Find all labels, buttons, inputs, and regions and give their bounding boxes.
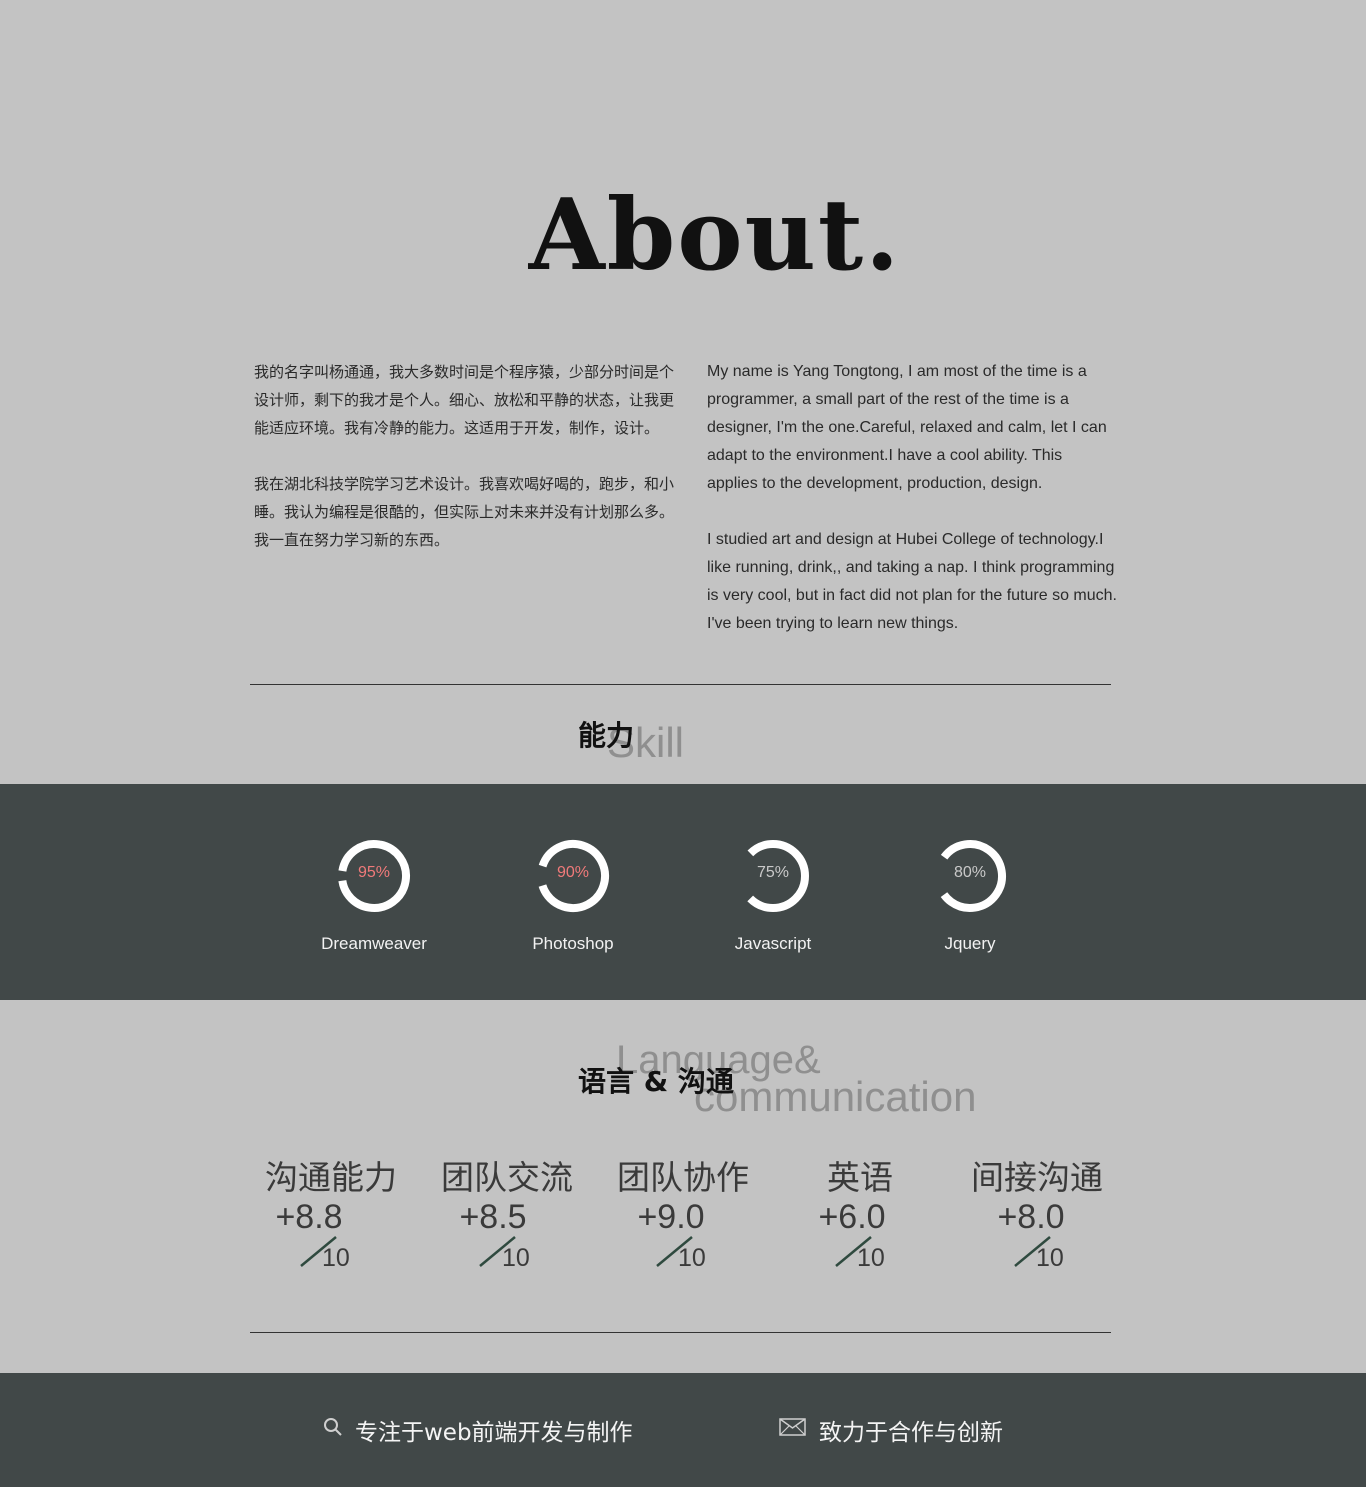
skill-item-photoshop: 90% Photoshop	[493, 836, 653, 954]
stat-label: 团队协作	[617, 1158, 749, 1197]
skill-name: Jquery	[944, 934, 996, 953]
stat-team-exchange: 团队交流 +8.5 10	[422, 1158, 592, 1272]
stat-communication: 沟通能力 +8.8 10	[246, 1158, 416, 1272]
stat-label: 团队交流	[441, 1158, 573, 1197]
stat-score: +8.8	[275, 1198, 343, 1237]
stat-label: 英语	[827, 1158, 893, 1197]
intro-en-paragraph-1: My name is Yang Tongtong, I am most of t…	[707, 363, 1107, 492]
intro-en-paragraph-2: I studied art and design at Hubei Colleg…	[707, 531, 1117, 632]
stat-denominator: 10	[1036, 1244, 1064, 1273]
footer-item-cooperation: 致力于合作与创新	[779, 1413, 1003, 1447]
footer: 专注于web前端开发与制作 致力于合作与创新	[0, 1373, 1366, 1487]
stat-denominator: 10	[502, 1244, 530, 1273]
stat-teamwork: 团队协作 +9.0 10	[598, 1158, 768, 1272]
stat-denominator: 10	[678, 1244, 706, 1273]
skill-item-dreamweaver: 95% Dreamweaver	[294, 836, 454, 954]
language-heading-en-line2: communication	[694, 1073, 977, 1120]
footer-item-focus: 专注于web前端开发与制作	[323, 1413, 633, 1447]
skill-percent: 75%	[756, 864, 790, 881]
stat-label: 间接沟通	[971, 1158, 1103, 1197]
stat-english: 英语 +6.0 10	[775, 1158, 945, 1272]
skill-name: Dreamweaver	[321, 934, 427, 953]
about-title: About.	[528, 178, 902, 293]
stat-score: +8.5	[459, 1198, 527, 1237]
skills-band: 95% Dreamweaver 90% Photoshop 75% Javasc…	[0, 784, 1366, 1000]
stat-denominator: 10	[322, 1244, 350, 1273]
stat-score-group: +8.5 10	[422, 1196, 592, 1272]
language-heading-cn: 语言 & 沟通	[578, 1065, 734, 1098]
skill-name: Photoshop	[532, 934, 614, 953]
skill-heading-cn: 能力	[578, 719, 635, 752]
stat-denominator: 10	[857, 1244, 885, 1273]
intro-english: My name is Yang Tongtong, I am most of t…	[707, 358, 1117, 666]
mail-icon	[779, 1417, 807, 1443]
skill-item-javascript: 75% Javascript	[693, 836, 853, 954]
skill-percent: 80%	[953, 864, 987, 881]
intro-cn-paragraph-1: 我的名字叫杨通通，我大多数时间是个程序猿，少部分时间是个设计师，剩下的我才是个人…	[254, 363, 675, 437]
stat-score: +9.0	[637, 1198, 705, 1237]
footer-text-focus: 专注于web前端开发与制作	[355, 1420, 633, 1446]
stat-score: +6.0	[818, 1198, 886, 1237]
stat-score-group: +6.0 10	[775, 1196, 945, 1272]
footer-text-cooperation: 致力于合作与创新	[819, 1420, 1003, 1446]
skill-percent: 90%	[556, 864, 590, 881]
stat-score-group: +8.8 10	[246, 1196, 416, 1272]
skill-percent: 95%	[357, 864, 391, 881]
intro-chinese: 我的名字叫杨通通，我大多数时间是个程序猿，少部分时间是个设计师，剩下的我才是个人…	[254, 358, 676, 582]
stat-score-group: +8.0 10	[952, 1196, 1122, 1272]
stat-score-group: +9.0 10	[598, 1196, 768, 1272]
stat-indirect-communication: 间接沟通 +8.0 10	[952, 1158, 1122, 1272]
skill-name: Javascript	[734, 934, 812, 953]
stat-label: 沟通能力	[265, 1158, 397, 1197]
intro-cn-paragraph-2: 我在湖北科技学院学习艺术设计。我喜欢喝好喝的，跑步，和小睡。我认为编程是很酷的，…	[254, 475, 675, 549]
search-icon	[323, 1417, 343, 1443]
about-page: About. 我的名字叫杨通通，我大多数时间是个程序猿，少部分时间是个设计师，剩…	[0, 0, 1366, 1487]
divider-bottom	[250, 1332, 1111, 1333]
skill-item-jquery: 80% Jquery	[890, 836, 1050, 954]
stat-score: +8.0	[997, 1198, 1065, 1237]
divider-top	[250, 684, 1111, 685]
